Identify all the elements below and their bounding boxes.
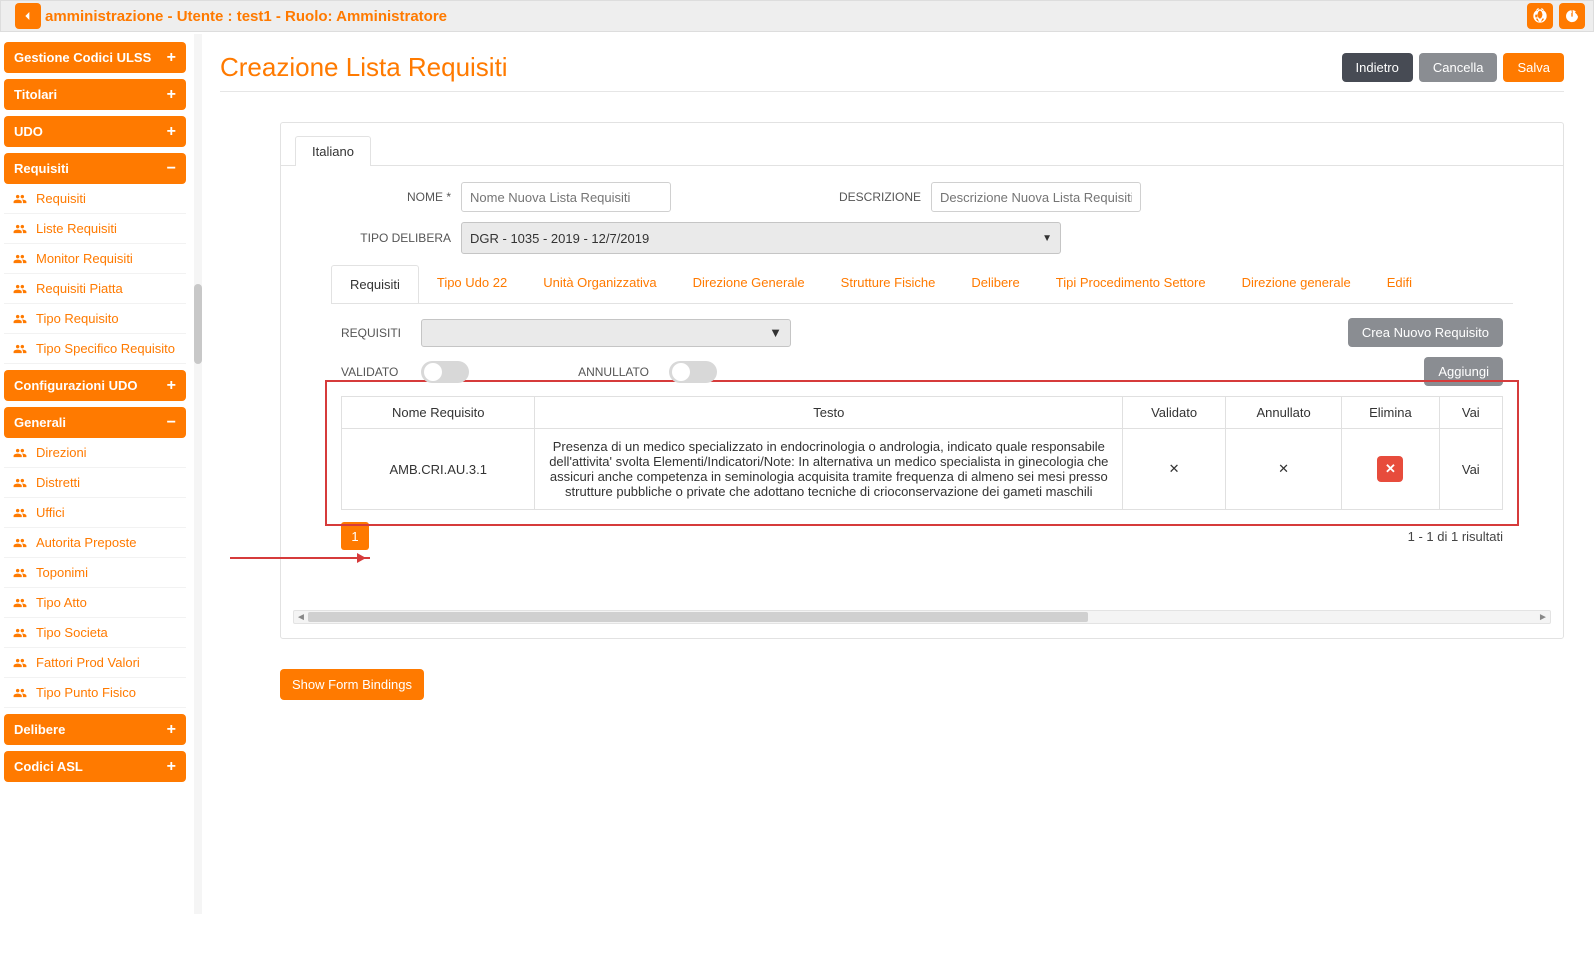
- chevron-down-icon: ▼: [769, 325, 782, 340]
- tipo-delibera-value: DGR - 1035 - 2019 - 12/7/2019: [470, 231, 649, 246]
- desc-input[interactable]: [931, 182, 1141, 212]
- sidebar-item-3-5[interactable]: Tipo Specifico Requisito: [4, 334, 186, 364]
- sidebar-group-4[interactable]: Configurazioni UDO+: [4, 370, 186, 401]
- horizontal-scrollbar[interactable]: ◄ ►: [293, 610, 1551, 624]
- sidebar-item-3-1[interactable]: Liste Requisiti: [4, 214, 186, 244]
- sidebar-item-5-3[interactable]: Autorita Preposte: [4, 528, 186, 558]
- table-header: Annullato: [1226, 397, 1342, 429]
- save-button[interactable]: Salva: [1503, 53, 1564, 82]
- sidebar-item-3-2[interactable]: Monitor Requisiti: [4, 244, 186, 274]
- table-header: Validato: [1123, 397, 1226, 429]
- requisiti-filter-select[interactable]: ▼: [421, 319, 791, 347]
- table-header: Vai: [1439, 397, 1502, 429]
- scroll-right-icon[interactable]: ►: [1536, 611, 1550, 623]
- tab-1[interactable]: Tipo Udo 22: [419, 264, 525, 303]
- cell-annullato: ✕: [1226, 429, 1342, 510]
- sidebar: Gestione Codici ULSS+ Titolari+ UDO+ Requis…: [0, 32, 190, 932]
- page-title: Creazione Lista Requisiti: [220, 52, 1336, 83]
- scroll-left-icon[interactable]: ◄: [294, 611, 308, 623]
- annullato-toggle[interactable]: [669, 361, 717, 383]
- table-header: Nome Requisito: [342, 397, 535, 429]
- collapse-sidebar-button[interactable]: [15, 3, 41, 29]
- sidebar-item-5-0[interactable]: Direzioni: [4, 438, 186, 468]
- sidebar-group-6[interactable]: Delibere+: [4, 714, 186, 745]
- sidebar-group-1[interactable]: Titolari+: [4, 79, 186, 110]
- sidebar-group-7[interactable]: Codici ASL+: [4, 751, 186, 782]
- sidebar-item-5-4[interactable]: Toponimi: [4, 558, 186, 588]
- annotation-arrow: [230, 557, 370, 559]
- sidebar-item-5-5[interactable]: Tipo Atto: [4, 588, 186, 618]
- tab-0[interactable]: Requisiti: [331, 265, 419, 304]
- table-header: Testo: [535, 397, 1123, 429]
- tab-5[interactable]: Delibere: [953, 264, 1037, 303]
- globe-button[interactable]: [1527, 3, 1553, 29]
- requisiti-filter-label: REQUISITI: [341, 326, 421, 340]
- sidebar-item-3-3[interactable]: Requisiti Piatta: [4, 274, 186, 304]
- crea-nuovo-requisito-button[interactable]: Crea Nuovo Requisito: [1348, 318, 1503, 347]
- table-row: AMB.CRI.AU.3.1Presenza di un medico spec…: [342, 429, 1503, 510]
- requisiti-table: Nome RequisitoTestoValidatoAnnullatoElim…: [341, 396, 1503, 510]
- cell-validato: ✕: [1123, 429, 1226, 510]
- name-input[interactable]: [461, 182, 671, 212]
- inner-tabs: RequisitiTipo Udo 22Unità OrganizzativaD…: [331, 264, 1513, 304]
- validato-label: VALIDATO: [341, 365, 421, 379]
- sidebar-item-5-6[interactable]: Tipo Societa: [4, 618, 186, 648]
- sidebar-group-5[interactable]: Generali−: [4, 407, 186, 438]
- cell-elimina: ✕: [1342, 429, 1439, 510]
- validato-toggle[interactable]: [421, 361, 469, 383]
- tab-4[interactable]: Strutture Fisiche: [823, 264, 954, 303]
- sidebar-item-5-7[interactable]: Fattori Prod Valori: [4, 648, 186, 678]
- language-tab[interactable]: Italiano: [295, 136, 371, 166]
- tab-8[interactable]: Edifi: [1369, 264, 1430, 303]
- show-form-bindings-button[interactable]: Show Form Bindings: [280, 669, 424, 700]
- sidebar-group-3[interactable]: Requisiti−: [4, 153, 186, 184]
- sidebar-group-0[interactable]: Gestione Codici ULSS+: [4, 42, 186, 73]
- delete-button[interactable]: ✕: [1377, 456, 1403, 482]
- aggiungi-button[interactable]: Aggiungi: [1424, 357, 1503, 386]
- sidebar-item-3-0[interactable]: Requisiti: [4, 184, 186, 214]
- desc-label: DESCRIZIONE: [671, 190, 931, 204]
- tab-3[interactable]: Direzione Generale: [675, 264, 823, 303]
- results-count: 1 - 1 di 1 risultati: [1408, 529, 1503, 544]
- sidebar-item-5-8[interactable]: Tipo Punto Fisico: [4, 678, 186, 708]
- cell-nome: AMB.CRI.AU.3.1: [342, 429, 535, 510]
- cell-testo: Presenza di un medico specializzato in e…: [535, 429, 1123, 510]
- sidebar-group-2[interactable]: UDO+: [4, 116, 186, 147]
- cell-vai[interactable]: Vai: [1439, 429, 1502, 510]
- power-button[interactable]: [1559, 3, 1585, 29]
- topbar: amministrazione - Utente : test1 - Ruolo…: [0, 0, 1594, 32]
- name-label: NOME *: [321, 190, 461, 204]
- tab-2[interactable]: Unità Organizzativa: [525, 264, 674, 303]
- cancel-button[interactable]: Cancella: [1419, 53, 1498, 82]
- back-button[interactable]: Indietro: [1342, 53, 1413, 82]
- sidebar-item-5-1[interactable]: Distretti: [4, 468, 186, 498]
- page-1-button[interactable]: 1: [341, 522, 369, 550]
- tab-6[interactable]: Tipi Procedimento Settore: [1038, 264, 1224, 303]
- sidebar-item-3-4[interactable]: Tipo Requisito: [4, 304, 186, 334]
- tab-7[interactable]: Direzione generale: [1224, 264, 1369, 303]
- form-card: Italiano NOME * DESCRIZIONE TIPO DELIBER…: [280, 122, 1564, 639]
- tipo-delibera-select[interactable]: DGR - 1035 - 2019 - 12/7/2019 ▼: [461, 222, 1061, 254]
- sidebar-item-5-2[interactable]: Uffici: [4, 498, 186, 528]
- annullato-label: ANNULLATO: [509, 365, 649, 379]
- chevron-down-icon: ▼: [1042, 233, 1052, 244]
- app-title: amministrazione - Utente : test1 - Ruolo…: [45, 8, 1521, 25]
- main-content: Creazione Lista Requisiti Indietro Cance…: [190, 32, 1594, 932]
- table-header: Elimina: [1342, 397, 1439, 429]
- tipo-delibera-label: TIPO DELIBERA: [321, 231, 461, 245]
